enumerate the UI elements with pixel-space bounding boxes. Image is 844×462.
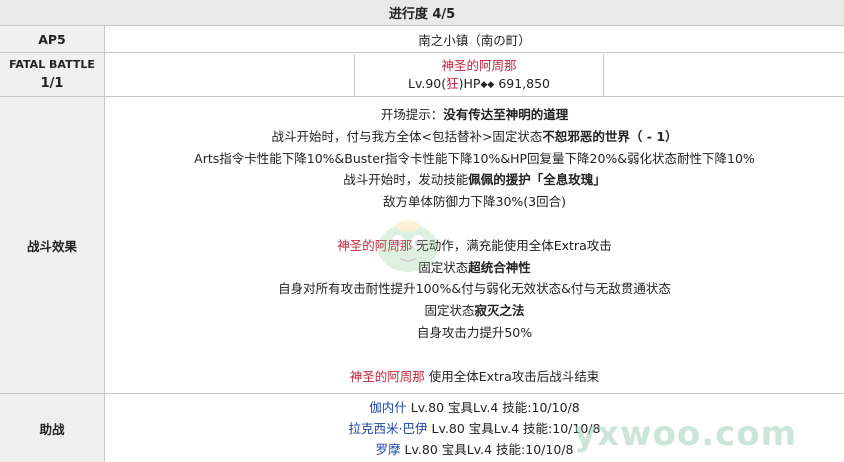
progress-title: 进行度 4/5 — [388, 7, 456, 22]
effect-line: 固定状态寂灭之法 — [424, 303, 525, 319]
enemy-box: 神圣的阿周那 Lv.90(狂)HP◆◆ 691,850 — [354, 54, 604, 96]
effect-line: Arts指令卡性能下降10%&Buster指令卡性能下降10%&HP回复量下降2… — [194, 150, 755, 166]
enemy-level-suffix: )HP — [458, 75, 481, 91]
servant-name-link[interactable]: 罗摩 — [376, 442, 401, 457]
battle-effects-label: 战斗效果 — [26, 238, 77, 254]
mascot-watermark-icon — [378, 220, 438, 272]
enemy-name-link[interactable]: 神圣的阿周那 — [350, 369, 425, 384]
stage-table: 进行度 4/5 AP5 南之小镇（南の町） FATAL BATTLE 1/1 神… — [0, 0, 844, 462]
site-watermark: yxwoo.com — [574, 414, 798, 454]
progress-header: 进行度 4/5 — [0, 0, 844, 26]
battle-effects-label-cell: 战斗效果 — [0, 97, 105, 394]
effect-line: 自身攻击力提升50% — [416, 324, 533, 340]
support-row: 拉克西米·巴伊 Lv.80 宝具Lv.4 技能:10/10/8 — [348, 420, 601, 436]
ap-label: AP5 — [38, 31, 66, 47]
enemy-level-prefix: Lv.90( — [407, 75, 447, 91]
battle-effects-cell: 开场提示：没有传达至神明的道理 战斗开始时，付与我方全体<包括替补>固定状态不恕… — [105, 97, 844, 394]
ap-label-cell: AP5 — [0, 26, 105, 53]
support-label: 助战 — [39, 421, 65, 437]
berserker-class-icon: 狂 — [446, 75, 459, 91]
effect-line: 自身对所有攻击耐性提升100%&付与弱化无效状态&付与无敌贯通状态 — [278, 281, 671, 297]
effect-line: 战斗开始时，发动技能佩佩的援护「全息玫瑰」 — [343, 172, 606, 188]
support-row: 伽内什 Lv.80 宝具Lv.4 技能:10/10/8 — [369, 399, 580, 415]
effect-line: 神圣的阿周那 使用全体Extra攻击后战斗结束 — [349, 368, 600, 384]
effect-line: 开场提示：没有传达至神明的道理 — [380, 107, 569, 122]
servant-name-link[interactable]: 伽内什 — [369, 400, 407, 415]
enemy-stats: Lv.90(狂)HP◆◆ 691,850 — [408, 75, 550, 94]
effect-line: 战斗开始时，付与我方全体<包括替补>固定状态不恕邪恶的世界（ - 1） — [271, 128, 678, 144]
location-cell: 南之小镇（南の町） — [105, 26, 844, 53]
support-label-cell: 助战 — [0, 394, 105, 462]
hp-gauge-icon: ◆◆ — [480, 79, 495, 90]
support-row: 罗摩 Lv.80 宝具Lv.4 技能:10/10/8 — [375, 441, 574, 457]
location-name: 南之小镇（南の町） — [418, 32, 531, 48]
enemy-hp-value: 691,850 — [498, 75, 551, 91]
fatal-battle-label: FATAL BATTLE — [9, 58, 95, 71]
enemy-name-link[interactable]: 神圣的阿周那 — [441, 58, 516, 73]
battle-count: 1/1 — [40, 76, 64, 91]
servant-name-link[interactable]: 拉克西米·巴伊 — [349, 421, 428, 436]
fatal-battle-label-cell: FATAL BATTLE 1/1 — [0, 53, 105, 97]
